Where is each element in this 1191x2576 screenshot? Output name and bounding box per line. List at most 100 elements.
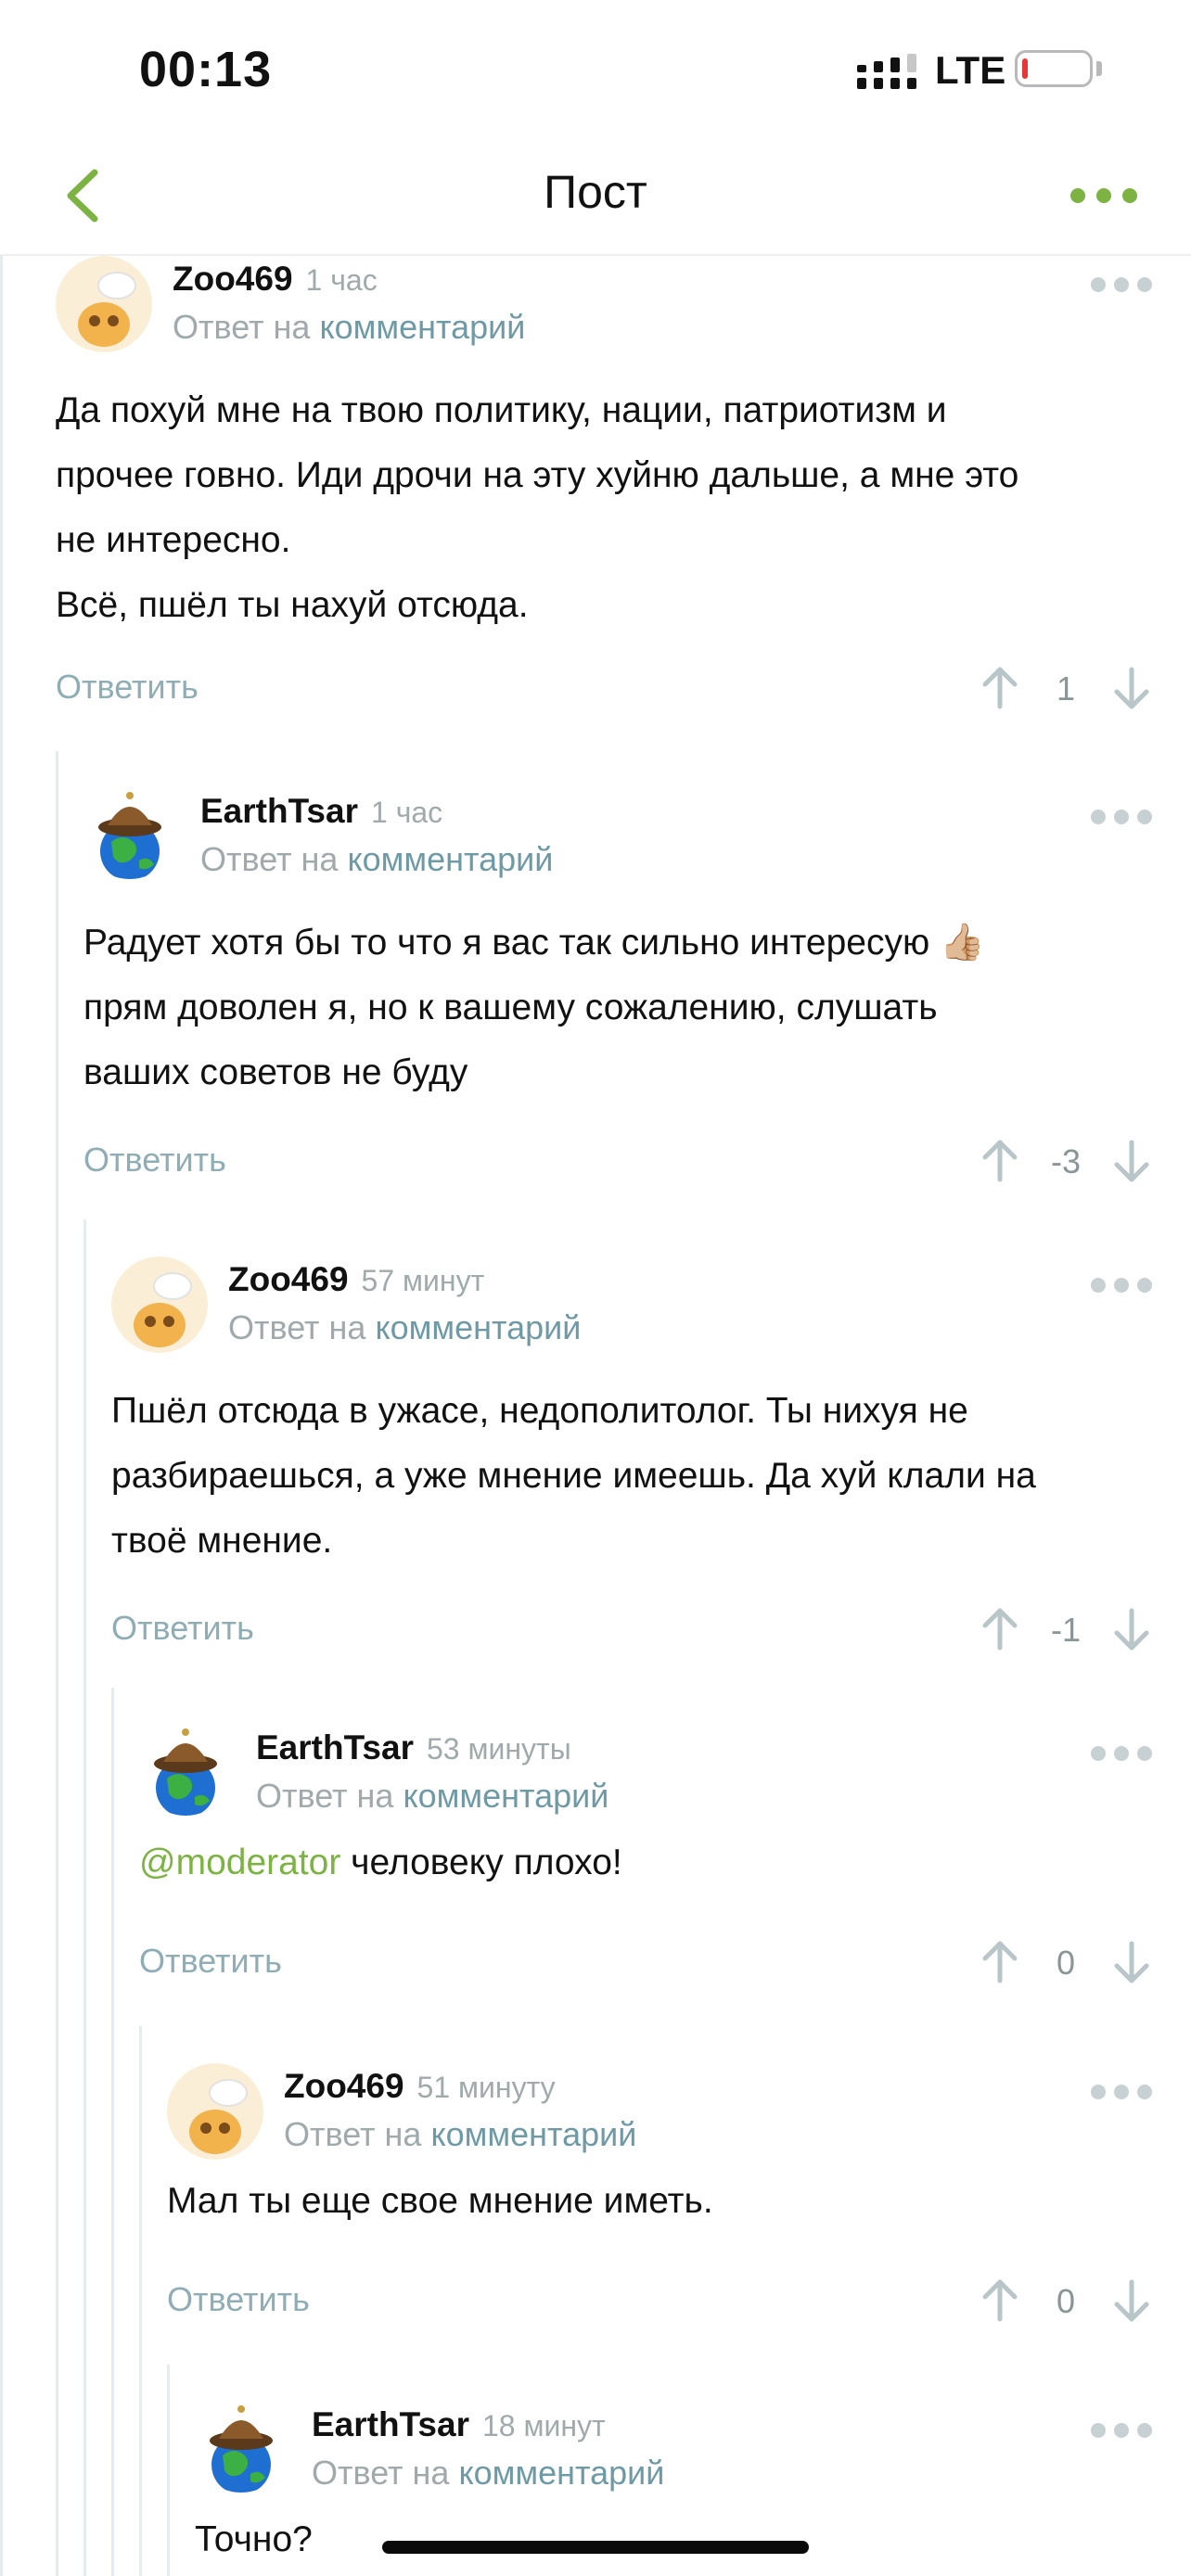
body-line: Да похуй мне на твою политику, нации, па… <box>56 390 947 430</box>
reply-to-prefix: Ответ на <box>173 308 311 346</box>
globe-king-avatar-icon <box>154 1728 217 1816</box>
comment-author[interactable]: Zoo469 1 час <box>173 260 378 299</box>
owl-avatar-icon <box>111 1256 208 1353</box>
comment-body: Пшёл отсюда в ужасе, недополитолог. Ты н… <box>111 1379 1036 1574</box>
downvote-arrow-icon[interactable] <box>1111 666 1152 712</box>
body-line: прочее говно. Иди дрочи на эту хуйню дал… <box>56 455 1019 495</box>
vote-score: 0 <box>1056 1944 1076 1982</box>
downvote-arrow-icon[interactable] <box>1111 1139 1152 1185</box>
upvote-arrow-icon[interactable] <box>980 1137 1020 1183</box>
reply-button[interactable]: Ответить <box>139 1942 282 1981</box>
comment-time: 51 минуту <box>416 2071 556 2104</box>
vote-score: -3 <box>1050 1142 1081 1180</box>
comment-more-icon[interactable] <box>1089 2420 1154 2441</box>
downvote-arrow-icon[interactable] <box>1111 1607 1152 1653</box>
comment-body: Радует хотя бы то что я вас так сильно и… <box>83 911 985 1105</box>
comment-author[interactable]: Zoo469 51 минуту <box>284 2067 556 2106</box>
comment: EarthTsar 1 час Ответ на комментарий Раду… <box>0 788 1191 1196</box>
comment-more-icon[interactable] <box>1089 2082 1154 2102</box>
body-line: твоё мнение. <box>111 1521 333 1561</box>
body-line: ваших советов не буду <box>83 1052 468 1092</box>
user-mention-link[interactable]: @moderator <box>139 1843 340 1882</box>
reply-to-prefix: Ответ на <box>256 1777 394 1815</box>
reply-to-link[interactable]: комментарий <box>430 2115 636 2153</box>
battery-tip <box>1096 61 1102 76</box>
reply-to: Ответ на комментарий <box>200 840 553 879</box>
comment-time: 18 минут <box>482 2409 606 2442</box>
comment-time: 53 минуты <box>427 1732 571 1766</box>
reply-button[interactable]: Ответить <box>111 1609 254 1648</box>
comment-author[interactable]: EarthTsar 1 час <box>200 792 442 831</box>
comment-body: Точно? <box>195 2507 313 2572</box>
comment-author[interactable]: EarthTsar 18 минут <box>312 2405 606 2444</box>
author-name: Zoo469 <box>173 260 293 298</box>
reply-to-prefix: Ответ на <box>200 840 339 878</box>
reply-to: Ответ на комментарий <box>256 1777 608 1816</box>
avatar[interactable] <box>137 1719 234 1816</box>
globe-king-avatar-icon <box>98 792 161 879</box>
reply-to-prefix: Ответ на <box>284 2115 422 2153</box>
comment-author[interactable]: EarthTsar 53 минуты <box>256 1728 571 1767</box>
upvote-arrow-icon[interactable] <box>980 1938 1020 1984</box>
globe-king-avatar-icon <box>210 2405 273 2493</box>
comment-more-icon[interactable] <box>1089 274 1154 295</box>
comment: Zoo469 1 час Ответ на комментарий Да поху… <box>0 256 1191 738</box>
avatar[interactable] <box>82 783 178 879</box>
comment-more-icon[interactable] <box>1089 1743 1154 1764</box>
upvote-arrow-icon[interactable] <box>980 664 1020 710</box>
reply-to: Ответ на комментарий <box>228 1308 581 1347</box>
home-indicator[interactable] <box>382 2541 809 2554</box>
comment-time: 1 час <box>371 796 443 829</box>
body-line: Всё, пшёл ты нахуй отсюда. <box>56 585 529 625</box>
nav-bar: Пост <box>0 139 1191 256</box>
reply-to: Ответ на комментарий <box>312 2454 664 2493</box>
reply-to-link[interactable]: комментарий <box>458 2454 664 2492</box>
reply-button[interactable]: Ответить <box>167 2280 310 2319</box>
author-name: EarthTsar <box>312 2405 469 2443</box>
comment-author[interactable]: Zoo469 57 минут <box>228 1260 484 1299</box>
comment-time: 57 минут <box>361 1264 485 1297</box>
comment-body: @moderator человеку плохо! <box>139 1830 622 1895</box>
vote-score: -1 <box>1050 1611 1081 1649</box>
reply-to-link[interactable]: комментарий <box>319 308 525 346</box>
reply-to-link[interactable]: комментарий <box>347 840 553 878</box>
vote-score: 1 <box>1056 670 1076 708</box>
owl-avatar-icon <box>167 2063 263 2160</box>
vote-score: 0 <box>1056 2282 1076 2320</box>
body-line: Радует хотя бы то что я вас так сильно и… <box>83 923 985 963</box>
upvote-arrow-icon[interactable] <box>980 1605 1020 1651</box>
comment: Zoo469 57 минут Ответ на комментарий Пшёл… <box>0 1256 1191 1664</box>
upvote-arrow-icon[interactable] <box>980 2276 1020 2323</box>
body-line: Пшёл отсюда в ужасе, недополитолог. Ты н… <box>111 1391 968 1431</box>
status-time: 00:13 <box>139 42 273 97</box>
reply-to-prefix: Ответ на <box>312 2454 450 2492</box>
network-type: LTE <box>935 48 1006 92</box>
cellular-signal-icon <box>857 54 916 89</box>
body-line: прям доволен я, но к вашему сожалению, с… <box>83 988 938 1027</box>
downvote-arrow-icon[interactable] <box>1111 2278 1152 2325</box>
status-bar: 00:13 LTE <box>0 0 1191 139</box>
comment: Zoo469 51 минуту Ответ на комментарий Мал… <box>0 2063 1191 2341</box>
avatar[interactable] <box>167 2063 263 2160</box>
comment-time: 1 час <box>305 263 378 297</box>
comment-more-icon[interactable] <box>1089 807 1154 827</box>
author-name: Zoo469 <box>284 2067 404 2105</box>
avatar[interactable] <box>111 1256 208 1353</box>
page-title: Пост <box>544 166 647 218</box>
body-line: не интересно. <box>56 520 291 560</box>
comment-more-icon[interactable] <box>1089 1275 1154 1295</box>
comment-body: Мал ты еще свое мнение иметь. <box>167 2169 713 2234</box>
downvote-arrow-icon[interactable] <box>1111 1940 1152 1986</box>
body-line: Мал ты еще свое мнение иметь. <box>167 2181 713 2221</box>
body-line: разбираешься, а уже мнение имеешь. Да ху… <box>111 1456 1036 1496</box>
more-options-icon[interactable] <box>1067 182 1141 210</box>
avatar[interactable] <box>193 2396 289 2493</box>
body-text: человеку плохо! <box>340 1843 622 1882</box>
reply-button[interactable]: Ответить <box>83 1141 226 1180</box>
avatar[interactable] <box>56 256 152 352</box>
reply-to-link[interactable]: комментарий <box>403 1777 608 1815</box>
reply-to-link[interactable]: комментарий <box>375 1308 581 1346</box>
author-name: EarthTsar <box>200 792 358 830</box>
reply-button[interactable]: Ответить <box>56 668 198 707</box>
reply-to-prefix: Ответ на <box>228 1308 366 1346</box>
